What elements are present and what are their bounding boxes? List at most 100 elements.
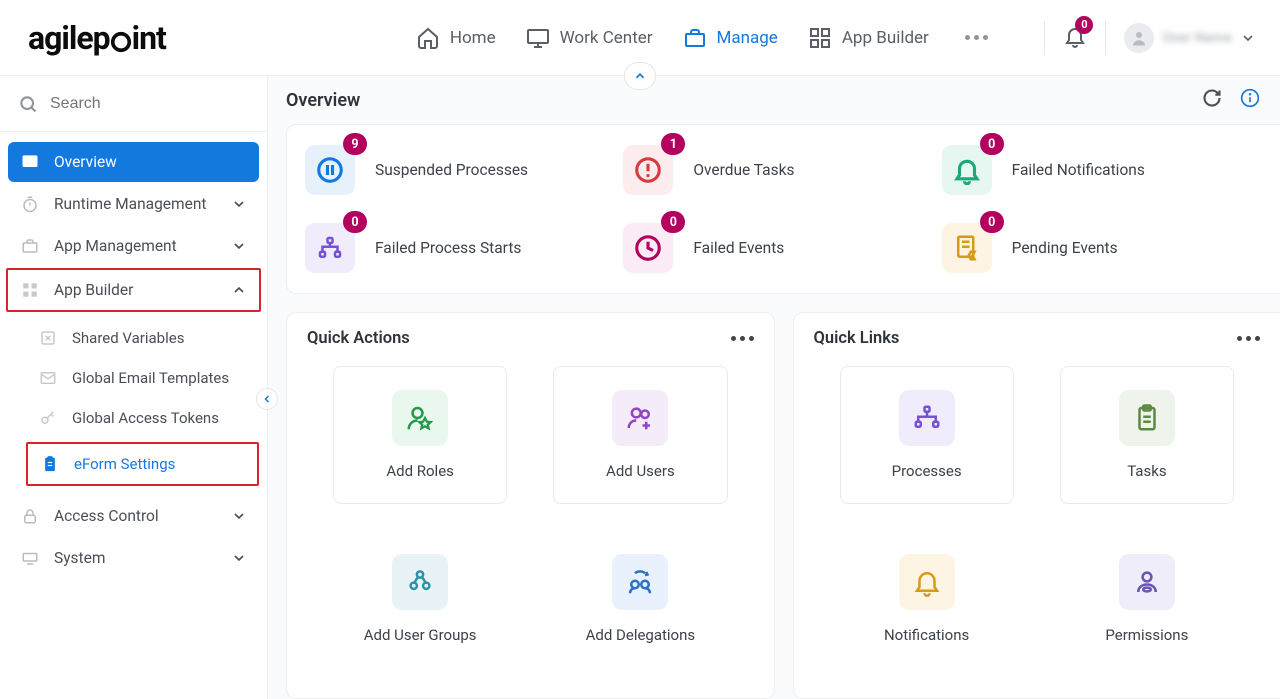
- user-menu[interactable]: User Name: [1124, 23, 1256, 53]
- stat-icon: 0: [623, 223, 673, 273]
- nav-manage-label: Manage: [717, 28, 778, 48]
- sidebar-search[interactable]: [0, 76, 267, 132]
- email-icon: [38, 368, 58, 388]
- sidebar-sub-label: eForm Settings: [74, 455, 175, 473]
- overview-icon: [20, 152, 40, 172]
- tile-icon: [1119, 390, 1175, 446]
- stat-label: Suspended Processes: [375, 161, 528, 179]
- key-icon: [38, 408, 58, 428]
- sidebar-item-label: Overview: [54, 153, 117, 171]
- sidebar: Overview Runtime Management App Manageme…: [0, 76, 268, 699]
- nav-work-center[interactable]: Work Center: [526, 26, 653, 50]
- stat-icon: 0: [942, 145, 992, 195]
- sidebar-item-label: Access Control: [54, 507, 159, 525]
- tile-label: Tasks: [1127, 462, 1166, 480]
- search-input[interactable]: [50, 95, 257, 113]
- stat-label: Failed Process Starts: [375, 239, 521, 257]
- notification-count-badge: 0: [1075, 16, 1093, 34]
- highlight-box-app-builder: App Builder: [6, 268, 261, 312]
- tile-processes[interactable]: Processes: [840, 366, 1014, 504]
- quick-actions-panel: Quick Actions Add Roles Add Users Add User…: [286, 312, 775, 699]
- sidebar-item-label: Runtime Management: [54, 195, 206, 213]
- tile-add-delegations[interactable]: Add Delegations: [553, 530, 727, 668]
- nav-home[interactable]: Home: [416, 26, 496, 50]
- page-header: Overview: [268, 76, 1280, 124]
- tile-permissions[interactable]: Permissions: [1060, 530, 1234, 668]
- nav-app-builder-label: App Builder: [842, 28, 929, 48]
- sidebar-collapse-button[interactable]: [256, 388, 278, 410]
- stat-count-badge: 0: [980, 211, 1004, 233]
- logo: agilepint: [28, 19, 166, 57]
- sidebar-sub-access-tokens[interactable]: Global Access Tokens: [26, 398, 259, 438]
- stat-label: Failed Events: [693, 239, 784, 257]
- stats-card: 9Suspended Processes1Overdue Tasks0Faile…: [286, 124, 1280, 294]
- info-icon[interactable]: [1240, 88, 1260, 112]
- nav-more[interactable]: [965, 35, 988, 40]
- stat-label: Pending Events: [1012, 239, 1118, 257]
- tile-tasks[interactable]: Tasks: [1060, 366, 1234, 504]
- tile-add-user-groups[interactable]: Add User Groups: [333, 530, 507, 668]
- grid-icon: [20, 280, 40, 300]
- stat-pause[interactable]: 9 Suspended Processes: [305, 145, 623, 195]
- stat-label: Overdue Tasks: [693, 161, 794, 179]
- variable-icon: [38, 328, 58, 348]
- panel-title: Quick Actions: [307, 329, 410, 348]
- top-collapse-button[interactable]: [624, 62, 656, 90]
- refresh-icon[interactable]: [1202, 88, 1222, 108]
- sidebar-item-app-builder[interactable]: App Builder: [8, 270, 259, 310]
- panel-menu[interactable]: [1237, 336, 1260, 341]
- chevron-left-icon: [261, 393, 273, 405]
- nav-app-builder[interactable]: App Builder: [808, 26, 929, 50]
- stat-count-badge: 0: [343, 211, 367, 233]
- panel-menu[interactable]: [731, 336, 754, 341]
- stat-count-badge: 0: [980, 133, 1004, 155]
- tile-add-roles[interactable]: Add Roles: [333, 366, 507, 504]
- sidebar-item-overview[interactable]: Overview: [8, 142, 259, 182]
- sidebar-sub-shared-variables[interactable]: Shared Variables: [26, 318, 259, 358]
- quick-actions-grid: Add Roles Add Users Add User Groups Add Del…: [307, 366, 754, 668]
- sidebar-item-access-control[interactable]: Access Control: [8, 496, 259, 536]
- tile-label: Add Roles: [386, 462, 454, 480]
- chevron-up-icon: [633, 69, 647, 83]
- sidebar-sub-label: Shared Variables: [72, 329, 184, 347]
- notifications-button[interactable]: 0: [1063, 24, 1087, 52]
- stopwatch-icon: [20, 194, 40, 214]
- tile-notifications[interactable]: Notifications: [840, 530, 1014, 668]
- sidebar-item-app-management[interactable]: App Management: [8, 226, 259, 266]
- stat-count-badge: 9: [343, 133, 367, 155]
- sidebar-item-label: App Builder: [54, 281, 133, 299]
- sidebar-sub-label: Global Email Templates: [72, 369, 229, 387]
- tile-label: Processes: [892, 462, 962, 480]
- sidebar-item-label: App Management: [54, 237, 177, 255]
- main-content: Overview 9 Suspended Processes 1Overdue Ta…: [268, 76, 1280, 699]
- sidebar-sub-email-templates[interactable]: Global Email Templates: [26, 358, 259, 398]
- stat-pending[interactable]: 0Pending Events: [942, 223, 1260, 273]
- search-icon: [18, 94, 38, 114]
- sidebar-sublist: Shared Variables Global Email Templates …: [8, 318, 259, 490]
- sidebar-item-runtime[interactable]: Runtime Management: [8, 184, 259, 224]
- avatar: [1124, 23, 1154, 53]
- tile-icon: [899, 390, 955, 446]
- stat-bell[interactable]: 0 Failed Notifications: [942, 145, 1260, 195]
- stat-chart[interactable]: 0Failed Process Starts: [305, 223, 623, 273]
- chevron-down-icon: [231, 196, 247, 212]
- sidebar-item-system[interactable]: System: [8, 538, 259, 578]
- tile-icon: [392, 554, 448, 610]
- nav-manage[interactable]: Manage: [683, 26, 778, 50]
- sidebar-sub-eform-settings[interactable]: eForm Settings: [28, 444, 257, 484]
- stat-clock[interactable]: 0 Failed Events: [623, 223, 941, 273]
- stat-icon: 9: [305, 145, 355, 195]
- tile-add-users[interactable]: Add Users: [553, 366, 727, 504]
- stat-label: Failed Notifications: [1012, 161, 1145, 179]
- chevron-down-icon: [231, 508, 247, 524]
- quick-links-grid: Processes Tasks Notifications Permissions: [814, 366, 1261, 668]
- tile-icon: [392, 390, 448, 446]
- tile-label: Permissions: [1105, 626, 1188, 644]
- sidebar-sub-label: Global Access Tokens: [72, 409, 219, 427]
- stat-count-badge: 0: [661, 211, 685, 233]
- panel-title: Quick Links: [814, 329, 900, 348]
- tile-label: Add Delegations: [586, 626, 696, 644]
- stat-alert[interactable]: 1Overdue Tasks: [623, 145, 941, 195]
- tile-label: Notifications: [884, 626, 969, 644]
- page-title: Overview: [286, 90, 360, 111]
